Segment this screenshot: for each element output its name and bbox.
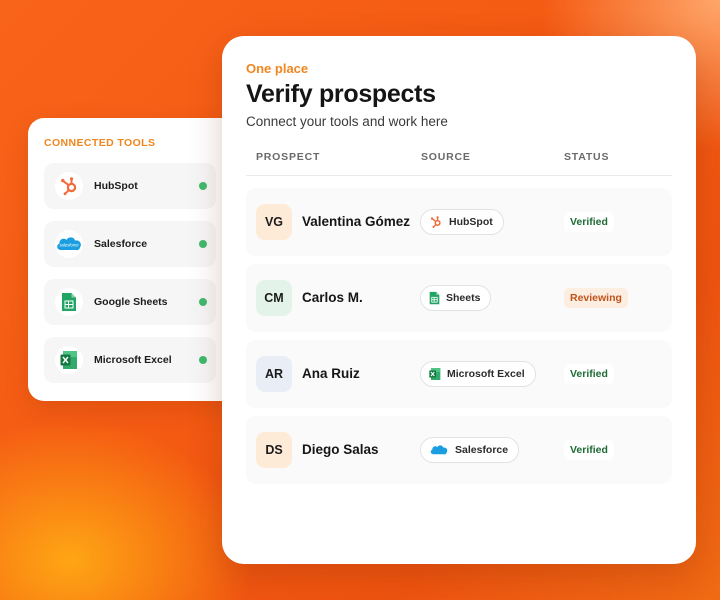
column-header-status: STATUS <box>564 151 610 163</box>
eyebrow-label: One place <box>246 61 309 76</box>
prospect-name: Carlos M. <box>302 290 363 305</box>
prospect-name: Valentina Gómez <box>302 214 411 229</box>
source-badge: Sheets <box>420 285 492 311</box>
connected-status-dot <box>199 182 207 190</box>
verify-prospects-card: One place Verify prospects Connect your … <box>222 36 696 564</box>
tool-item-google-sheets[interactable]: Google Sheets <box>44 279 216 325</box>
tool-label: Google Sheets <box>94 296 168 308</box>
column-header-source: SOURCE <box>421 151 471 163</box>
microsoft-excel-icon <box>429 367 441 381</box>
column-header-prospect: PROSPECT <box>256 151 321 163</box>
table-row[interactable]: AR Ana Ruiz Microsoft Excel Verified <box>246 340 672 408</box>
prospect-name: Ana Ruiz <box>302 366 360 381</box>
status-badge: Reviewing <box>564 288 628 308</box>
source-badge: HubSpot <box>420 209 504 235</box>
avatar: CM <box>256 280 292 316</box>
connected-status-dot <box>199 298 207 306</box>
page-subtitle: Connect your tools and work here <box>246 114 448 129</box>
table-row[interactable]: DS Diego Salas Salesforce Verified <box>246 416 672 484</box>
connected-status-dot <box>199 240 207 248</box>
prospect-name: Diego Salas <box>302 442 379 457</box>
google-sheets-icon <box>55 288 83 316</box>
connected-status-dot <box>199 356 207 364</box>
salesforce-icon: salesforce <box>55 230 83 258</box>
avatar: DS <box>256 432 292 468</box>
status-badge: Verified <box>564 212 614 232</box>
status-badge: Verified <box>564 364 614 384</box>
salesforce-icon <box>429 443 449 457</box>
tool-item-microsoft-excel[interactable]: Microsoft Excel <box>44 337 216 383</box>
tool-label: Salesforce <box>94 238 148 250</box>
tool-item-salesforce[interactable]: salesforce Salesforce <box>44 221 216 267</box>
source-badge: Microsoft Excel <box>420 361 536 387</box>
source-label: HubSpot <box>449 216 493 228</box>
table-row[interactable]: VG Valentina Gómez HubSpot Verified <box>246 188 672 256</box>
avatar: VG <box>256 204 292 240</box>
tool-label: HubSpot <box>94 180 138 192</box>
page-title: Verify prospects <box>246 80 436 108</box>
hubspot-icon <box>429 215 443 229</box>
source-badge: Salesforce <box>420 437 520 463</box>
avatar: AR <box>256 356 292 392</box>
header-divider <box>246 175 672 176</box>
svg-text:salesforce: salesforce <box>59 243 79 248</box>
microsoft-excel-icon <box>55 346 83 374</box>
status-badge: Verified <box>564 440 614 460</box>
connected-tools-title: CONNECTED TOOLS <box>44 137 156 149</box>
table-row[interactable]: CM Carlos M. Sheets Reviewing <box>246 264 672 332</box>
source-label: Microsoft Excel <box>447 368 525 380</box>
source-label: Salesforce <box>455 444 509 456</box>
connected-tools-panel: CONNECTED TOOLS HubSpot salesforce Sales… <box>28 118 240 401</box>
source-label: Sheets <box>446 292 481 304</box>
hubspot-icon <box>55 172 83 200</box>
tool-label: Microsoft Excel <box>94 354 172 366</box>
google-sheets-icon <box>429 291 440 305</box>
tool-item-hubspot[interactable]: HubSpot <box>44 163 216 209</box>
